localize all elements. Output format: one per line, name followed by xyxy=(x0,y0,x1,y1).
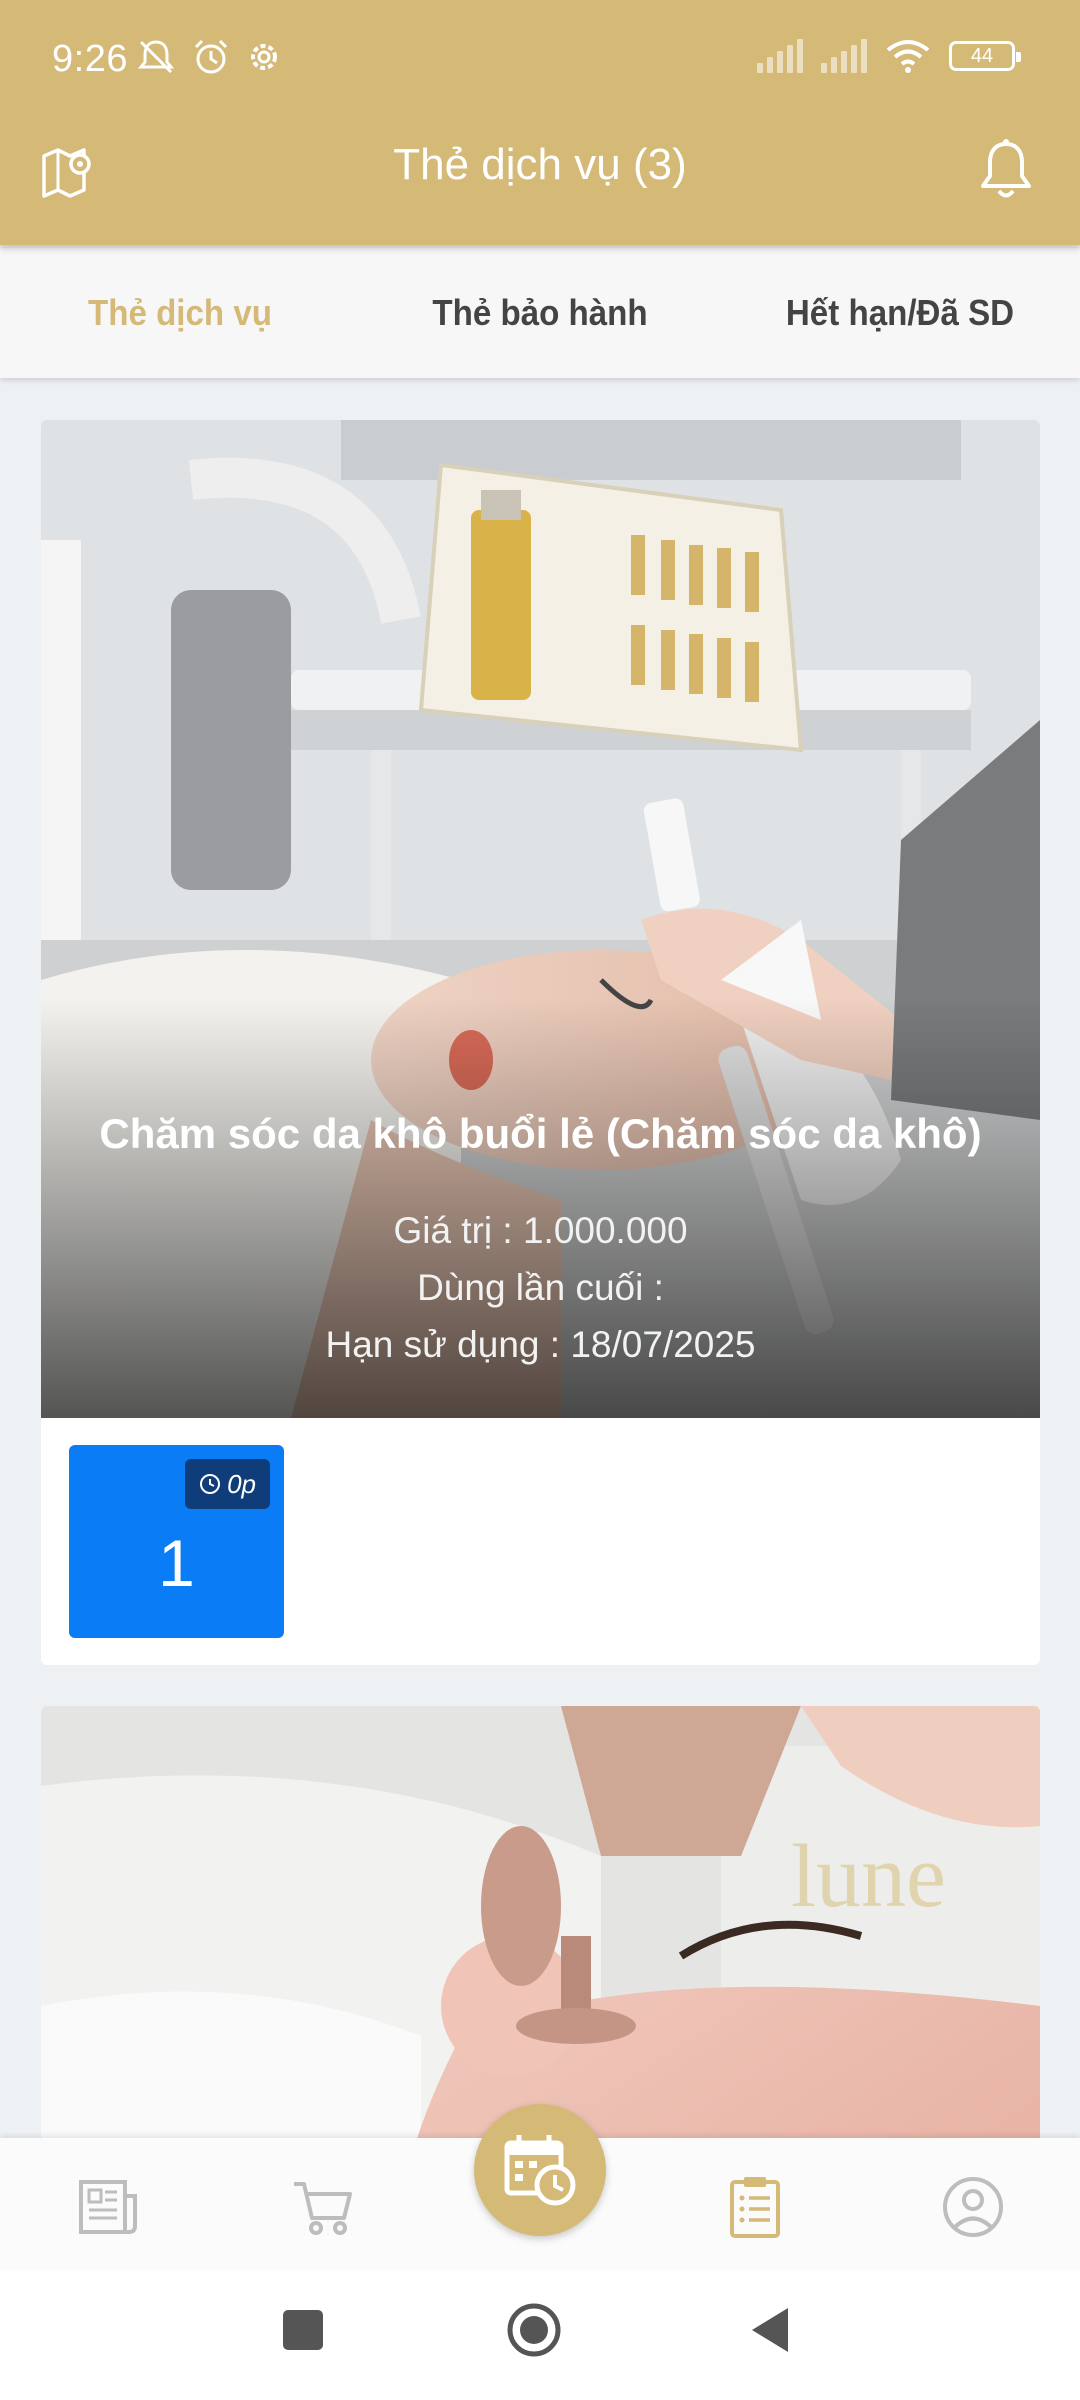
alarm-icon xyxy=(194,39,228,74)
svg-text:lune: lune xyxy=(791,1827,946,1926)
service-card-image: lune xyxy=(41,1706,1040,2138)
status-icons-right: 44 xyxy=(757,38,1021,74)
tab-warranty-cards[interactable]: Thẻ bảo hành xyxy=(374,248,705,378)
spa-photo-illustration: lune xyxy=(41,1706,1040,2138)
service-card[interactable]: lune xyxy=(41,1706,1040,2138)
booking-button[interactable] xyxy=(474,2104,606,2236)
mute-icon xyxy=(137,40,175,74)
app-header: 9:26 44 Thẻ dịch vụ (3) xyxy=(0,0,1080,245)
gear-icon xyxy=(251,44,277,70)
recents-button[interactable] xyxy=(283,2310,323,2350)
news-icon[interactable] xyxy=(75,2174,141,2240)
home-button[interactable] xyxy=(506,2302,562,2358)
tab-service-cards[interactable]: Thẻ dịch vụ xyxy=(14,248,345,378)
session-duration: 0p xyxy=(227,1468,256,1499)
battery-level: 44 xyxy=(970,45,994,67)
service-card-image: Chăm sóc da khô buổi lẻ (Chăm sóc da khô… xyxy=(41,420,1040,1418)
clipboard-list-icon[interactable] xyxy=(722,2174,788,2240)
user-circle-icon[interactable] xyxy=(940,2174,1006,2240)
calendar-clock-icon xyxy=(504,2135,576,2206)
service-card[interactable]: Chăm sóc da khô buổi lẻ (Chăm sóc da khô… xyxy=(41,420,1040,1665)
page-title: Thẻ dịch vụ (3) xyxy=(393,140,687,189)
cart-icon[interactable] xyxy=(290,2174,356,2240)
bell-icon[interactable] xyxy=(976,138,1036,202)
back-button[interactable] xyxy=(748,2304,792,2356)
status-time: 9:26 xyxy=(52,38,128,80)
battery-icon: 44 xyxy=(949,41,1021,71)
tab-bar: Thẻ dịch vụ Thẻ bảo hành Hết hạn/Đã SD xyxy=(0,248,1080,378)
card-list: Chăm sóc da khô buổi lẻ (Chăm sóc da khô… xyxy=(0,378,1080,2138)
session-count: 1 xyxy=(158,1526,195,1600)
service-card-last-used: Dùng lần cuối : xyxy=(417,1267,664,1308)
wifi-icon xyxy=(886,40,930,73)
session-duration-badge: 0p xyxy=(185,1459,270,1509)
signal-icon xyxy=(821,39,867,73)
session-tile[interactable]: 0p 1 xyxy=(69,1445,284,1638)
service-card-expiry: Hạn sử dụng : 18/07/2025 xyxy=(325,1324,756,1365)
tab-expired-used[interactable]: Hết hạn/Đã SD xyxy=(734,248,1065,378)
clock-icon xyxy=(200,1474,221,1494)
service-card-title: Chăm sóc da khô buổi lẻ (Chăm sóc da khô… xyxy=(99,1110,982,1157)
signal-icon xyxy=(757,39,803,73)
status-icons-left xyxy=(135,38,283,76)
system-navigation-bar xyxy=(0,2270,1080,2400)
service-card-value: Giá trị : 1.000.000 xyxy=(393,1210,688,1251)
status-bar: 9:26 44 xyxy=(0,0,1080,120)
